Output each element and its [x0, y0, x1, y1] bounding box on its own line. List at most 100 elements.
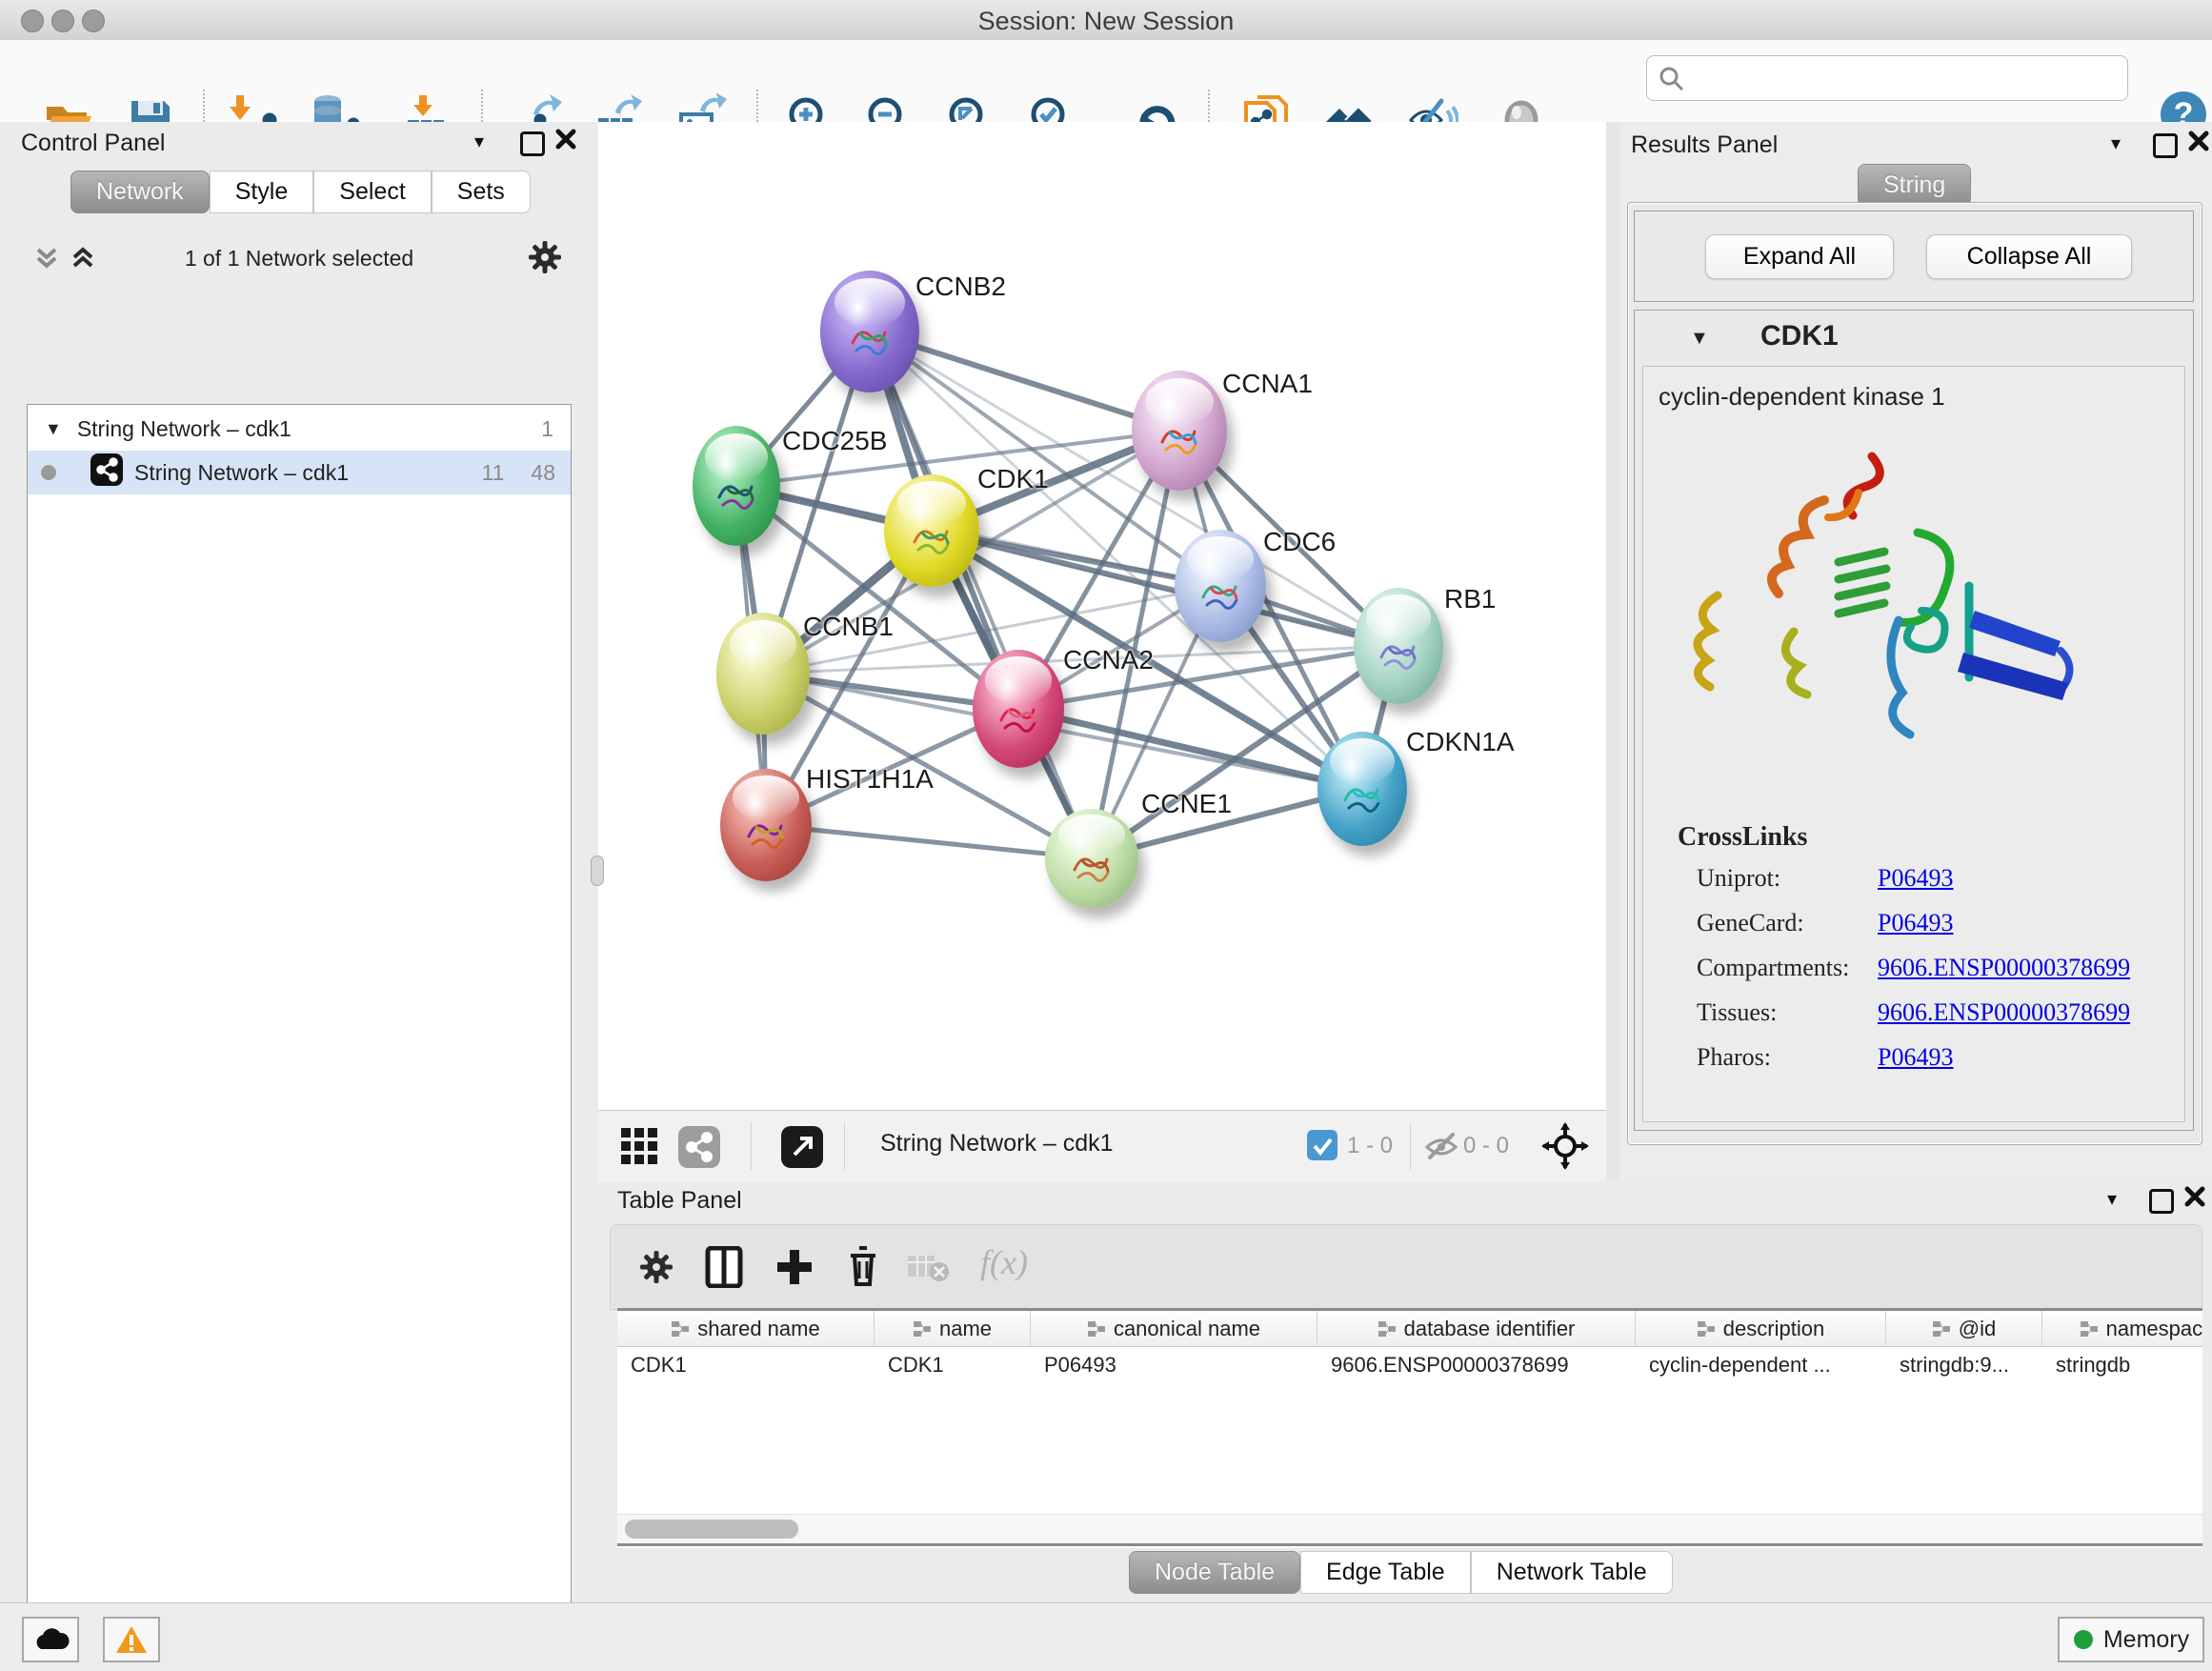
- view-toolbar-separator: [751, 1122, 752, 1170]
- table-hscrollbar[interactable]: [617, 1514, 2202, 1544]
- tab-style[interactable]: Style: [210, 171, 314, 213]
- table-cell[interactable]: CDK1: [617, 1347, 875, 1385]
- tab-node-table[interactable]: Node Table: [1129, 1551, 1300, 1594]
- protein-squiggle-icon: [1334, 766, 1391, 823]
- node-ccna1[interactable]: [1132, 371, 1227, 491]
- birdseye-grid-icon[interactable]: [619, 1126, 661, 1173]
- tab-network-table[interactable]: Network Table: [1471, 1551, 1673, 1594]
- column-type-icon: [2080, 1320, 2099, 1338]
- column-header-namespace[interactable]: namespace: [2042, 1311, 2202, 1347]
- gene-name: CDK1: [1760, 320, 1839, 352]
- crosslink-value-link[interactable]: P06493: [1878, 864, 1953, 893]
- node-table[interactable]: shared namenamecanonical namedatabase id…: [617, 1308, 2202, 1548]
- crosslink-value-link[interactable]: P06493: [1878, 1043, 1953, 1072]
- node-ccnb2[interactable]: [820, 271, 919, 393]
- network-tree: ▼ String Network – cdk1 1 String Network…: [27, 404, 572, 1671]
- crosslink-row: Uniprot:P06493: [1697, 864, 2173, 893]
- tab-select[interactable]: Select: [313, 171, 431, 213]
- status-bar: Memory: [0, 1602, 2212, 1671]
- results-panel-float-icon[interactable]: [2153, 133, 2178, 158]
- selected-checkbox-icon[interactable]: [1307, 1130, 1337, 1165]
- crosslink-label: GeneCard:: [1697, 909, 1878, 937]
- control-panel: Control Panel ▾ NetworkStyleSelectSets 1…: [0, 122, 599, 1602]
- column-header-name[interactable]: name: [875, 1311, 1031, 1347]
- add-column-icon[interactable]: [774, 1246, 814, 1293]
- protein-squiggle-icon: [1370, 623, 1427, 680]
- node-label-ccna2: CCNA2: [1063, 645, 1154, 675]
- detach-view-icon[interactable]: [781, 1126, 823, 1173]
- table-cell[interactable]: stringdb:9...: [1886, 1347, 2042, 1385]
- node-cdc25b[interactable]: [693, 426, 780, 546]
- node-ccna2[interactable]: [973, 650, 1064, 768]
- fit-content-crosshair-icon[interactable]: [1541, 1122, 1589, 1175]
- column-type-icon: [671, 1320, 690, 1338]
- table-cell[interactable]: stringdb: [2042, 1347, 2202, 1385]
- warning-icon: [114, 1624, 149, 1655]
- network-overview-share-icon[interactable]: [678, 1126, 720, 1173]
- collection-count: 1: [541, 416, 553, 442]
- warning-status-button[interactable]: [103, 1617, 160, 1662]
- network-collection-row[interactable]: ▼ String Network – cdk1 1: [28, 407, 571, 451]
- delete-column-icon[interactable]: [843, 1244, 883, 1293]
- results-panel-menu-icon[interactable]: ▾: [2111, 131, 2121, 155]
- window-title: Session: New Session: [0, 7, 2212, 36]
- table-cell[interactable]: P06493: [1031, 1347, 1317, 1385]
- tab-edge-table[interactable]: Edge Table: [1300, 1551, 1471, 1594]
- control-panel-close-icon[interactable]: [554, 128, 577, 155]
- table-gear-icon[interactable]: [637, 1248, 675, 1291]
- control-panel-menu-icon[interactable]: ▾: [474, 130, 484, 153]
- left-splitter-handle[interactable]: [591, 856, 604, 886]
- protein-squiggle-icon: [1151, 408, 1208, 465]
- tab-sets[interactable]: Sets: [432, 171, 531, 213]
- table-header-row: shared namenamecanonical namedatabase id…: [617, 1311, 2202, 1347]
- crosslink-value-link[interactable]: P06493: [1878, 909, 1953, 937]
- node-ccne1[interactable]: [1045, 809, 1138, 908]
- table-hscrollbar-handle[interactable]: [625, 1520, 798, 1539]
- column-header--id[interactable]: @id: [1886, 1311, 2042, 1347]
- protein-structure-image: [1672, 433, 2120, 805]
- protein-squiggle-icon: [990, 686, 1047, 743]
- node-hist1h1a[interactable]: [720, 769, 812, 881]
- table-cell[interactable]: CDK1: [875, 1347, 1031, 1385]
- results-panel-title: Results Panel: [1631, 131, 1778, 159]
- table-cell[interactable]: 9606.ENSP00000378699: [1317, 1347, 1636, 1385]
- collapse-all-button[interactable]: Collapse All: [1926, 234, 2132, 279]
- application-window: Session: New Session: [0, 0, 2212, 1671]
- protein-squiggle-icon: [903, 508, 960, 565]
- column-header-description[interactable]: description: [1636, 1311, 1886, 1347]
- cloud-status-button[interactable]: [22, 1617, 79, 1662]
- table-panel-close-icon[interactable]: [2183, 1185, 2206, 1213]
- network-options-gear-icon[interactable]: [526, 238, 564, 281]
- node-cdk1[interactable]: [884, 474, 979, 587]
- network-canvas[interactable]: CCNB2CCNA1CDC25BCDK1CDC6RB1CCNB1CCNA2CDK…: [598, 122, 1606, 1110]
- tab-network[interactable]: Network: [70, 171, 210, 213]
- network-row-selected[interactable]: String Network – cdk1 11 48: [28, 451, 571, 494]
- memory-button[interactable]: Memory: [2058, 1617, 2204, 1662]
- node-rb1[interactable]: [1354, 588, 1443, 704]
- column-header-database-identifier[interactable]: database identifier: [1317, 1311, 1636, 1347]
- table-panel-float-icon[interactable]: [2149, 1189, 2174, 1214]
- view-toolbar-separator: [844, 1122, 845, 1170]
- gene-collapse-icon[interactable]: ▼: [1690, 328, 1709, 350]
- crosslink-value-link[interactable]: 9606.ENSP00000378699: [1878, 998, 2130, 1027]
- node-cdc6[interactable]: [1175, 530, 1266, 642]
- select-columns-icon[interactable]: [704, 1246, 744, 1293]
- expand-all-button[interactable]: Expand All: [1705, 234, 1894, 279]
- column-header-canonical-name[interactable]: canonical name: [1031, 1311, 1317, 1347]
- crosslink-value-link[interactable]: 9606.ENSP00000378699: [1878, 954, 2130, 982]
- node-cdkn1a[interactable]: [1317, 732, 1407, 846]
- table-cell[interactable]: cyclin-dependent ...: [1636, 1347, 1886, 1385]
- tab-string[interactable]: String: [1858, 164, 1971, 207]
- control-panel-float-icon[interactable]: [520, 131, 545, 156]
- column-header-shared-name[interactable]: shared name: [617, 1311, 875, 1347]
- results-panel-close-icon[interactable]: [2187, 130, 2210, 157]
- table-row[interactable]: CDK1CDK1P064939606.ENSP00000378699cyclin…: [617, 1347, 2202, 1385]
- node-label-hist1h1a: HIST1H1A: [806, 764, 934, 795]
- protein-squiggle-icon: [737, 802, 794, 859]
- delete-table-icon: [908, 1252, 950, 1287]
- node-ccnb1[interactable]: [716, 613, 810, 735]
- results-splitter[interactable]: [1606, 122, 1619, 1181]
- table-panel-menu-icon[interactable]: ▾: [2107, 1187, 2117, 1211]
- search-input[interactable]: [1646, 55, 2128, 101]
- collection-expand-icon[interactable]: ▼: [45, 419, 62, 439]
